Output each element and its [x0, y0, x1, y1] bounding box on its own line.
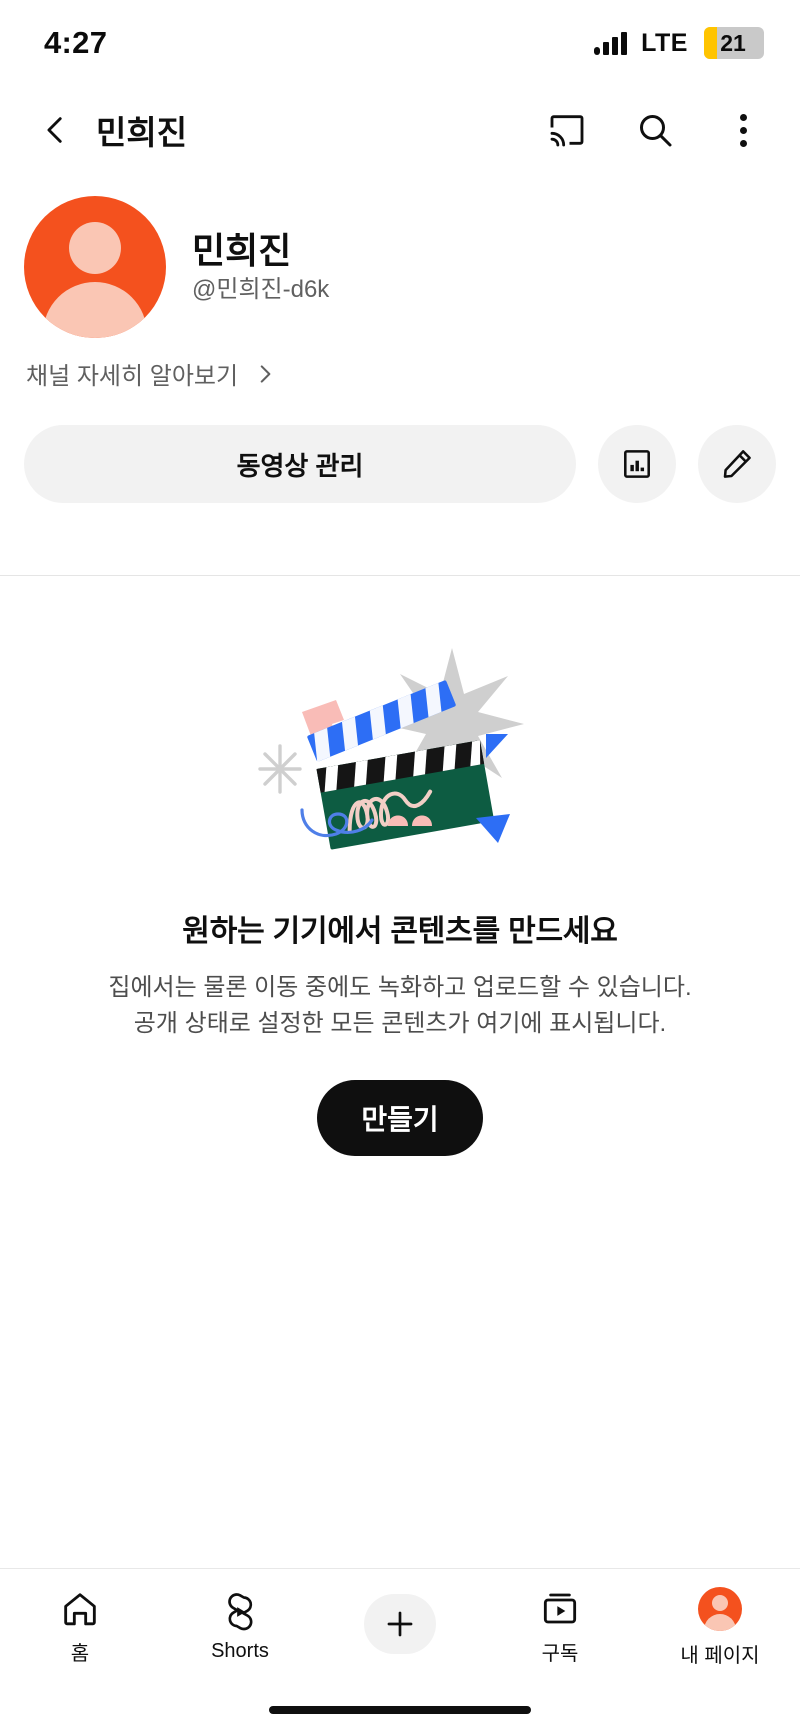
empty-state-description-line2: 공개 상태로 설정한 모든 콘텐츠가 여기에 표시됩니다.: [133, 1010, 667, 1037]
search-button[interactable]: [628, 103, 682, 157]
edit-channel-button[interactable]: [698, 425, 776, 503]
app-bar: 민희진: [0, 86, 800, 174]
subscriptions-icon: [543, 1593, 577, 1624]
nav-item-home[interactable]: 홈: [0, 1589, 160, 1666]
nav-label-my-page: 내 페이지: [680, 1645, 760, 1667]
bar-chart-icon: [624, 450, 650, 478]
empty-state: 원하는 기기에서 콘텐츠를 만드세요 집에서는 물론 이동 중에도 녹화하고 업…: [0, 576, 800, 1156]
battery-icon: 21: [704, 27, 764, 59]
home-indicator: [269, 1706, 531, 1714]
create-button[interactable]: 만들기: [317, 1080, 483, 1156]
nav-item-shorts[interactable]: Shorts: [160, 1592, 320, 1663]
manage-videos-button[interactable]: 동영상 관리: [24, 425, 576, 503]
sparkle-icon: [258, 744, 302, 794]
empty-state-description-line1: 집에서는 물론 이동 중에도 녹화하고 업로드할 수 있습니다.: [108, 974, 692, 1001]
learn-more-row[interactable]: 채널 자세히 알아보기: [0, 338, 800, 391]
search-icon: [640, 115, 672, 147]
battery-percent-label: 21: [720, 30, 746, 56]
nav-item-create[interactable]: [320, 1593, 480, 1662]
empty-state-description: 집에서는 물론 이동 중에도 녹화하고 업로드할 수 있습니다. 공개 상태로 …: [0, 970, 800, 1042]
home-icon: [64, 1593, 96, 1626]
channel-name: 민희진: [192, 229, 292, 271]
back-chevron-icon: [47, 117, 62, 143]
analytics-button[interactable]: [598, 425, 676, 503]
nav-item-subscriptions[interactable]: 구독: [480, 1589, 640, 1666]
plus-icon: [387, 1611, 413, 1636]
back-button[interactable]: [28, 102, 84, 158]
avatar[interactable]: [24, 196, 166, 338]
shorts-icon: [228, 1593, 253, 1631]
status-indicators: LTE 21: [594, 27, 764, 59]
learn-more-label: 채널 자세히 알아보기: [26, 363, 239, 390]
signal-bars-icon: [594, 31, 628, 55]
more-vertical-icon: [739, 113, 747, 147]
network-type-label: LTE: [641, 28, 688, 57]
pencil-icon: [723, 450, 751, 478]
bottom-navigation: 홈 Shorts 구독 내 페이지: [0, 1568, 800, 1686]
more-options-button[interactable]: [716, 103, 770, 157]
default-avatar-icon: [69, 222, 121, 274]
nav-label-shorts: Shorts: [211, 1640, 269, 1662]
cast-button[interactable]: [540, 103, 594, 157]
account-avatar-icon: [698, 1587, 742, 1631]
profile-names: 민희진 @민희진-d6k: [192, 229, 329, 305]
channel-handle: @민희진-d6k: [192, 276, 330, 303]
channel-action-buttons: 동영상 관리: [0, 391, 800, 503]
cast-icon: [550, 115, 584, 147]
nav-label-subscriptions: 구독: [541, 1643, 579, 1665]
empty-state-title: 원하는 기기에서 콘텐츠를 만드세요: [182, 915, 618, 948]
status-bar: 4:27 LTE 21: [0, 0, 800, 86]
profile-header: 민희진 @민희진-d6k: [0, 174, 800, 338]
app-bar-actions: [540, 103, 770, 157]
chevron-right-icon: [260, 364, 271, 383]
nav-label-home: 홈: [70, 1643, 90, 1665]
page-title: 민희진: [96, 114, 188, 151]
create-fab[interactable]: [364, 1593, 436, 1654]
clapperboard-illustration: [258, 648, 524, 850]
nav-item-my-page[interactable]: 내 페이지: [640, 1587, 800, 1668]
status-time: 4:27: [44, 25, 108, 60]
